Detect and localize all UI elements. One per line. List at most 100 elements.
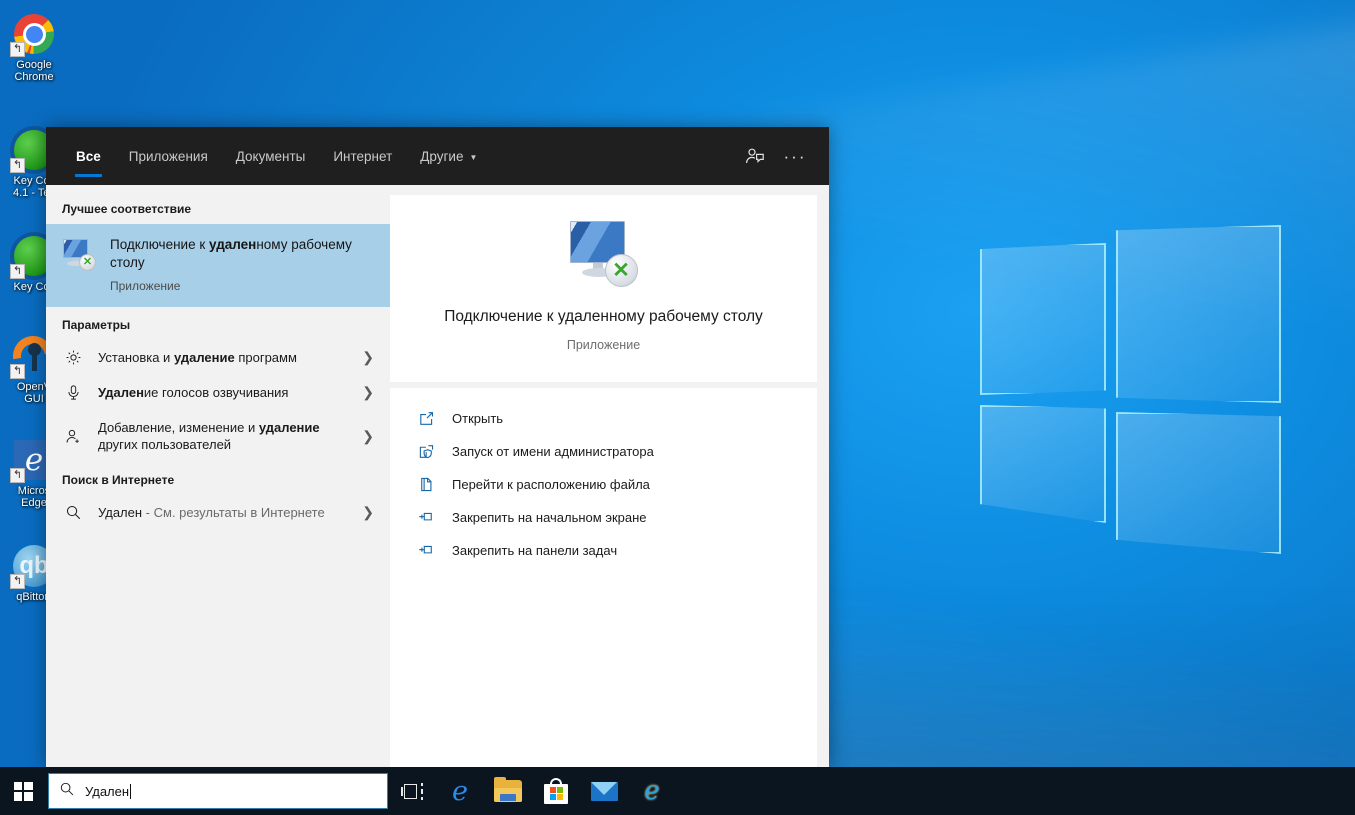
- tab-more[interactable]: Другие ▼: [406, 127, 491, 185]
- tab-web[interactable]: Интернет: [319, 127, 406, 185]
- file-explorer-icon[interactable]: [484, 767, 532, 815]
- preview-subtitle: Приложение: [567, 338, 640, 352]
- remote-desktop-icon: ✕: [568, 221, 640, 290]
- windows-hero-wallpaper-logo: [980, 225, 1290, 535]
- tab-label: Документы: [236, 149, 306, 164]
- run-as-admin-icon: [416, 443, 436, 460]
- search-input-value: Удален: [85, 784, 131, 799]
- best-match-text: Подключение к удаленному рабочему столу …: [110, 236, 376, 293]
- action-pin-to-taskbar[interactable]: Закрепить на панели задач: [390, 534, 817, 567]
- label-prefix: Добавление, изменение и: [98, 420, 259, 435]
- shortcut-arrow-icon: ↰: [10, 42, 25, 57]
- best-match-group-label: Лучшее соответствие: [46, 191, 390, 224]
- tab-apps[interactable]: Приложения: [115, 127, 222, 185]
- settings-item-label: Добавление, изменение и удаление других …: [98, 419, 348, 453]
- action-label: Закрепить на панели задач: [452, 543, 617, 558]
- chevron-right-icon: ❯: [362, 349, 378, 366]
- microphone-icon: [62, 384, 84, 401]
- chrome-icon: ↰: [12, 12, 56, 56]
- search-icon: [62, 504, 84, 521]
- chevron-right-icon: ❯: [362, 384, 378, 401]
- chevron-down-icon: ▼: [469, 153, 477, 162]
- tab-label: Приложения: [129, 149, 208, 164]
- settings-item-uninstall-programs[interactable]: Установка и удаление программ ❯: [46, 340, 390, 375]
- desktop[interactable]: ↰ GoogleChrome ↰ Key Coll4.1 - Tes ↰ Key…: [0, 0, 1355, 815]
- preview-title: Подключение к удаленному рабочему столу: [444, 306, 763, 328]
- wallpaper-pane: [1116, 412, 1281, 554]
- desktop-icon-google-chrome[interactable]: ↰ GoogleChrome: [0, 6, 68, 87]
- search-flyout-header: Все Приложения Документы Интернет Другие…: [46, 127, 829, 185]
- action-label: Закрепить на начальном экране: [452, 510, 647, 525]
- shortcut-arrow-icon: ↰: [10, 264, 25, 279]
- settings-item-label: Удаление голосов озвучивания: [98, 384, 348, 401]
- wallpaper-pane: [1116, 225, 1281, 403]
- preview-card: ✕ Подключение к удаленному рабочему стол…: [390, 195, 817, 382]
- task-view-icon[interactable]: [388, 767, 436, 815]
- start-button[interactable]: [0, 767, 46, 815]
- label-suffix: ие голосов озвучивания: [144, 385, 289, 400]
- open-icon: [416, 410, 436, 427]
- action-label: Запуск от имени администратора: [452, 444, 654, 459]
- label-highlight: удаление: [259, 420, 320, 435]
- internet-explorer-icon[interactable]: e: [628, 767, 676, 815]
- action-open[interactable]: Открыть: [390, 402, 817, 435]
- shortcut-arrow-icon: ↰: [10, 574, 25, 589]
- wallpaper-pane: [980, 243, 1106, 395]
- label-suffix: других пользователей: [98, 437, 231, 452]
- text-cursor: [130, 784, 131, 799]
- mail-icon[interactable]: [580, 767, 628, 815]
- web-search-query: Удален: [98, 505, 142, 520]
- action-label: Перейти к расположению файла: [452, 477, 650, 492]
- best-match-title: Подключение к удаленному рабочему столу: [110, 236, 376, 272]
- taskbar-icon-list: e e: [388, 767, 676, 815]
- label-highlight: Удален: [98, 385, 144, 400]
- preview-actions-list: Открыть Запуск от имени администратора: [390, 388, 817, 767]
- best-match-title-highlight: удален: [209, 237, 256, 252]
- action-run-as-administrator[interactable]: Запуск от имени администратора: [390, 435, 817, 468]
- tab-all[interactable]: Все: [62, 127, 115, 185]
- windows-logo-icon: [14, 782, 33, 801]
- shortcut-arrow-icon: ↰: [10, 364, 25, 379]
- action-pin-to-start[interactable]: Закрепить на начальном экране: [390, 501, 817, 534]
- tab-label: Другие: [420, 149, 463, 164]
- web-search-result-row[interactable]: Удален - См. результаты в Интернете ❯: [46, 495, 390, 530]
- search-flyout[interactable]: Все Приложения Документы Интернет Другие…: [46, 127, 829, 767]
- search-preview-pane: ✕ Подключение к удаленному рабочему стол…: [390, 185, 829, 767]
- web-search-label: Удален - См. результаты в Интернете: [98, 504, 348, 521]
- add-user-icon: [62, 428, 84, 445]
- web-search-group-label: Поиск в Интернете: [46, 462, 390, 495]
- shortcut-arrow-icon: ↰: [10, 158, 25, 173]
- tab-documents[interactable]: Документы: [222, 127, 320, 185]
- microsoft-edge-icon[interactable]: e: [436, 767, 484, 815]
- search-results-pane: Лучшее соответствие ✕ Подключение к удал…: [46, 185, 390, 767]
- best-match-subtitle: Приложение: [110, 279, 376, 293]
- action-open-file-location[interactable]: Перейти к расположению файла: [390, 468, 817, 501]
- action-label: Открыть: [452, 411, 503, 426]
- pin-to-taskbar-icon: [416, 542, 436, 559]
- label-suffix: программ: [235, 350, 297, 365]
- search-tabs: Все Приложения Документы Интернет Другие…: [62, 127, 491, 185]
- tab-label: Интернет: [333, 149, 392, 164]
- best-match-title-prefix: Подключение к: [110, 237, 209, 252]
- best-match-result-row[interactable]: ✕ Подключение к удаленному рабочему стол…: [46, 224, 390, 307]
- taskbar[interactable]: Удален e: [0, 767, 1355, 815]
- search-input-text: Удален: [85, 784, 129, 799]
- wallpaper-pane: [980, 405, 1106, 523]
- more-options-icon[interactable]: ···: [775, 137, 815, 175]
- search-icon: [59, 781, 75, 802]
- settings-item-remove-voices[interactable]: Удаление голосов озвучивания ❯: [46, 375, 390, 410]
- settings-item-manage-users[interactable]: Добавление, изменение и удаление других …: [46, 410, 390, 462]
- tab-label: Все: [76, 149, 101, 164]
- settings-item-label: Установка и удаление программ: [98, 349, 348, 366]
- microsoft-store-icon[interactable]: [532, 767, 580, 815]
- chevron-right-icon: ❯: [362, 428, 378, 445]
- chevron-right-icon: ❯: [362, 504, 378, 521]
- remote-desktop-icon: ✕: [62, 236, 96, 277]
- label-prefix: Установка и: [98, 350, 174, 365]
- feedback-icon[interactable]: [735, 137, 775, 175]
- web-search-suffix: - См. результаты в Интернете: [142, 505, 325, 520]
- shortcut-arrow-icon: ↰: [10, 468, 25, 483]
- gear-icon: [62, 349, 84, 366]
- search-input[interactable]: Удален: [48, 773, 388, 809]
- desktop-icon-label: GoogleChrome: [1, 59, 67, 83]
